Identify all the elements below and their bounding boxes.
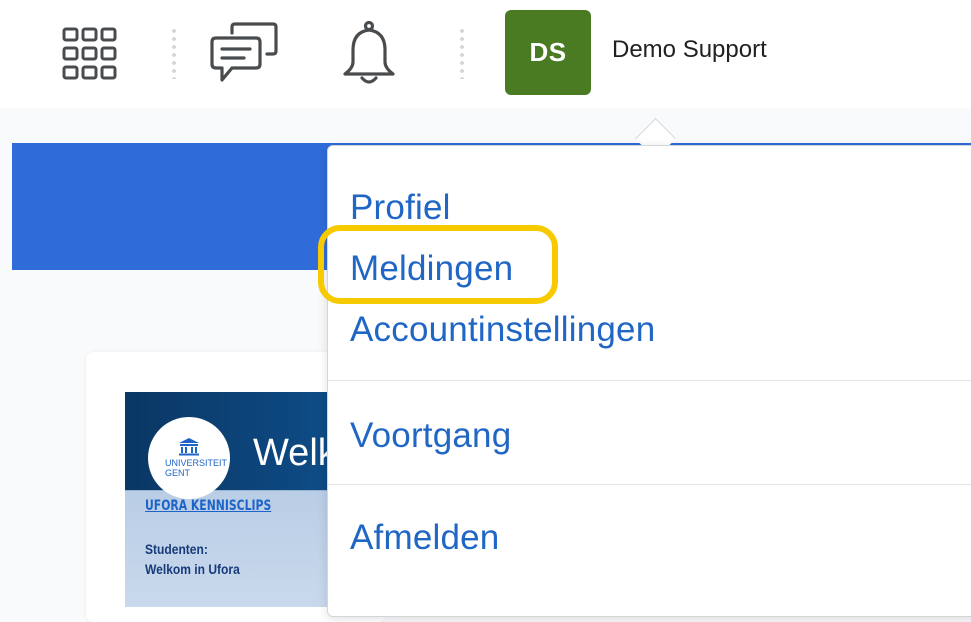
ugent-logo: UNIVERSITEIT GENT [148, 417, 230, 499]
toolbar-separator [172, 27, 176, 79]
chat-icon[interactable] [210, 22, 280, 86]
user-name[interactable]: Demo Support [612, 36, 767, 64]
menu-item-afmelden[interactable]: Afmelden [350, 518, 499, 558]
menu-item-voortgang[interactable]: Voortgang [350, 416, 511, 456]
thumbnail-category: UFORA KENNISCLIPS [145, 498, 272, 514]
menu-divider [328, 380, 971, 381]
thumbnail-subtitle: Studenten: Welkom in Ufora [145, 539, 240, 579]
menu-item-accountinstellingen[interactable]: Accountinstellingen [350, 310, 655, 350]
grid-icon[interactable] [60, 26, 120, 82]
logo-text-line2: GENT [165, 468, 191, 478]
thumbnail-subtitle-line2: Welkom in Ufora [145, 561, 240, 577]
user-menu-dropdown: Profiel Meldingen Accountinstellingen Vo… [327, 145, 971, 617]
bell-icon[interactable] [340, 20, 398, 86]
thumbnail-subtitle-line1: Studenten: [145, 541, 208, 557]
building-icon [179, 438, 199, 456]
avatar[interactable]: DS [505, 10, 591, 95]
menu-item-meldingen[interactable]: Meldingen [350, 249, 513, 289]
top-navbar: DS Demo Support [0, 0, 971, 108]
menu-divider [328, 484, 971, 485]
thumbnail-title: Welk [253, 432, 337, 474]
menu-item-profiel[interactable]: Profiel [350, 188, 451, 228]
toolbar-separator [460, 27, 464, 79]
logo-text-line1: UNIVERSITEIT [165, 458, 228, 468]
